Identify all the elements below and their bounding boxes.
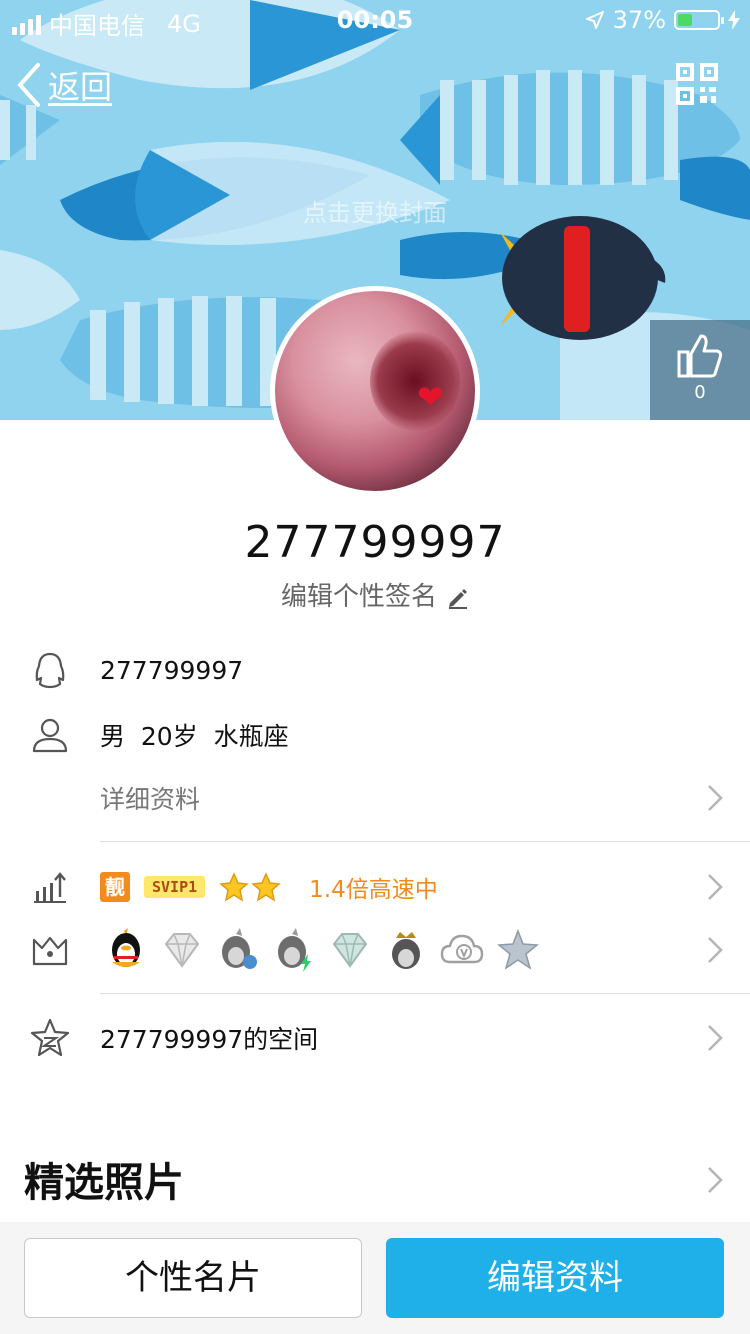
chevron-right-icon	[708, 874, 723, 900]
edit-signature-button[interactable]: 编辑个性签名	[0, 576, 750, 613]
chevron-right-icon	[708, 937, 723, 963]
qq-number-row: 277799997	[0, 638, 750, 702]
avatar[interactable]: ❤	[270, 286, 480, 496]
chevron-left-icon	[17, 63, 40, 107]
battery-percent: 37%	[612, 6, 666, 34]
star-icon	[251, 872, 281, 902]
crown-penguin-icon	[392, 932, 420, 969]
space-label: 277799997的空间	[100, 1025, 319, 1054]
privileges-row[interactable]	[0, 918, 750, 982]
edit-profile-button[interactable]: 编辑资料	[386, 1238, 724, 1318]
bottom-action-bar: 个性名片 编辑资料	[0, 1222, 750, 1334]
details-link: 详细资料	[100, 785, 201, 814]
basic-info: 男 20岁 水瓶座	[100, 722, 289, 751]
liang-badge: 靓	[100, 872, 130, 902]
star-icon	[219, 872, 249, 902]
heart-sticker-icon: ❤	[417, 378, 444, 416]
chevron-right-icon	[708, 785, 723, 811]
divider	[100, 993, 750, 994]
signature-label: 编辑个性签名	[280, 582, 437, 612]
qr-code-icon[interactable]	[676, 63, 718, 105]
space-row[interactable]: 277799997的空间	[0, 1006, 750, 1070]
chevron-right-icon[interactable]	[706, 1165, 724, 1195]
level-chart-icon	[34, 872, 66, 903]
crown-box-icon	[32, 936, 68, 966]
pencil-icon	[449, 588, 467, 609]
qzone-star-icon	[30, 1018, 70, 1057]
vip-row[interactable]: 靓 SVIP1 1.4倍高速中	[0, 855, 750, 919]
back-button[interactable]: 返回	[16, 62, 112, 108]
battery-icon	[674, 10, 724, 30]
personal-card-button[interactable]: 个性名片	[24, 1238, 362, 1318]
person-icon	[32, 718, 68, 753]
gray-penguin-bolt-icon	[278, 928, 311, 972]
status-bar: 中国电信 4G 00:05 37%	[0, 0, 750, 40]
gray-star-icon	[497, 928, 539, 970]
gray-penguin-icon	[222, 928, 257, 969]
like-button[interactable]: 0	[650, 320, 750, 420]
qq-outline-icon	[35, 652, 65, 689]
cloud-v-icon	[440, 934, 484, 964]
thumbs-up-icon	[677, 334, 723, 378]
speed-status: 1.4倍高速中	[309, 877, 438, 903]
divider	[100, 841, 750, 842]
charging-bolt-icon	[728, 10, 740, 30]
qq-penguin-icon	[112, 928, 140, 967]
basic-info-row: 男 20岁 水瓶座	[0, 703, 750, 767]
profile-nickname: 277799997	[244, 517, 506, 568]
featured-photos-title[interactable]: 精选照片	[24, 1150, 184, 1208]
qq-number: 277799997	[100, 655, 244, 685]
svip-badge: SVIP1	[144, 876, 206, 898]
like-count: 0	[694, 382, 706, 403]
details-row[interactable]: 详细资料	[0, 766, 750, 830]
penguin-mascot-icon	[500, 216, 666, 340]
back-label: 返回	[48, 68, 113, 106]
green-diamond-icon	[332, 933, 368, 968]
chevron-right-icon	[708, 1025, 723, 1051]
location-arrow-icon	[585, 11, 604, 29]
level-stars	[219, 872, 281, 902]
diamond-icon	[164, 933, 200, 968]
